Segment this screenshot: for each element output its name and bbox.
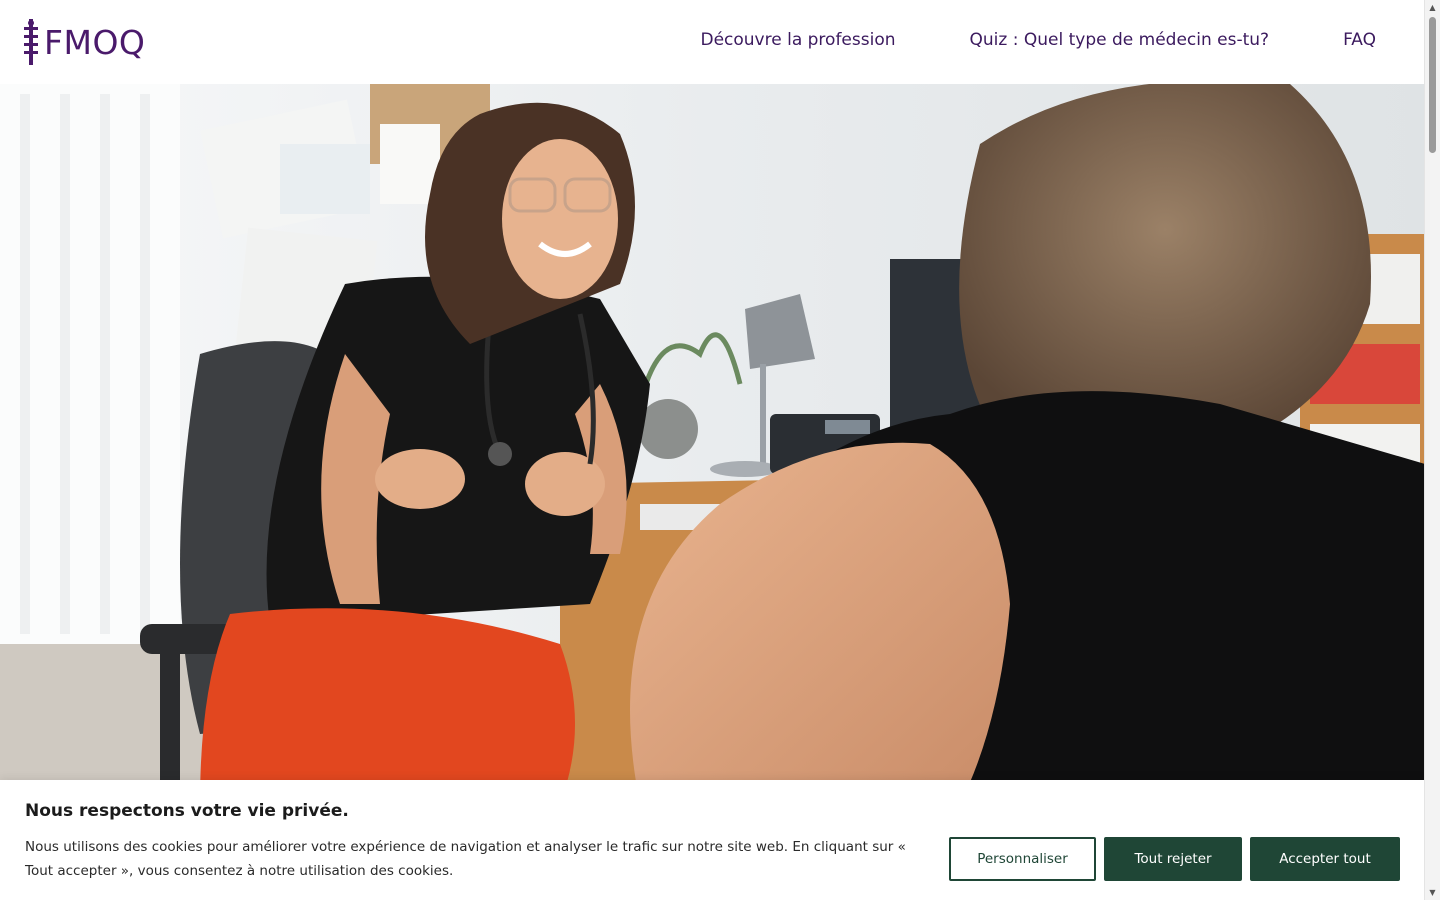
fmoq-logo[interactable]: FMOQ (22, 18, 145, 66)
hero-photo (0, 84, 1425, 804)
scrollbar-thumb[interactable] (1429, 17, 1436, 153)
caduceus-icon (24, 19, 38, 65)
cookie-title: Nous respectons votre vie privée. (25, 801, 349, 821)
scroll-down-arrow-icon[interactable]: ▼ (1425, 885, 1440, 900)
scroll-up-arrow-icon[interactable]: ▲ (1425, 0, 1440, 15)
nav-link-faq[interactable]: FAQ (1343, 30, 1376, 50)
cookie-consent-banner: Nous respectons votre vie privée. Nous u… (0, 780, 1425, 900)
site-header: FMOQ Découvre la profession Quiz : Quel … (0, 0, 1425, 84)
doctor-consultation-image (0, 84, 1425, 804)
cookie-actions: Personnaliser Tout rejeter Accepter tout (949, 837, 1400, 881)
cookie-description: Nous utilisons des cookies pour améliore… (25, 839, 906, 879)
main-nav: Découvre la profession Quiz : Quel type … (700, 30, 1376, 50)
accept-all-cookies-button[interactable]: Accepter tout (1250, 837, 1400, 881)
nav-link-decouvre[interactable]: Découvre la profession (700, 30, 895, 50)
page-scrollbar[interactable]: ▲ ▼ (1424, 0, 1440, 900)
logo-wordmark: FMOQ (44, 22, 146, 62)
customize-cookies-button[interactable]: Personnaliser (949, 837, 1096, 881)
nav-link-quiz[interactable]: Quiz : Quel type de médecin es-tu? (970, 30, 1270, 50)
reject-all-cookies-button[interactable]: Tout rejeter (1104, 837, 1242, 881)
